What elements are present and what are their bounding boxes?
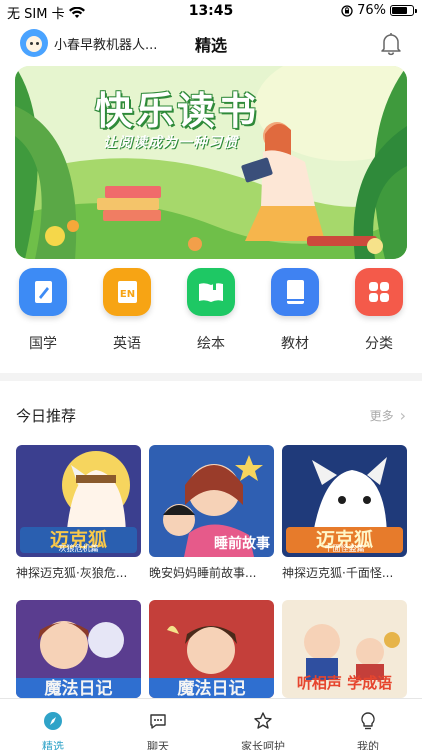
book-cover: 魔法日记 xyxy=(16,600,141,698)
textbook-icon xyxy=(271,268,319,316)
book-title: 神探迈克狐·灰狼危... xyxy=(16,566,128,580)
category-row: 国学 EN 英语 绘本 教材 分类 xyxy=(0,268,422,358)
tab-featured[interactable]: 精选 xyxy=(13,699,93,750)
cover-subtitle: 灰狼危机篇 xyxy=(58,544,99,553)
star-icon xyxy=(254,712,272,729)
category-textbook[interactable]: 教材 xyxy=(265,268,325,353)
category-guoxue[interactable]: 国学 xyxy=(13,268,73,353)
book-card[interactable]: 听相声 学成语 xyxy=(282,600,407,698)
orientation-lock-icon xyxy=(341,4,353,17)
chat-icon xyxy=(150,714,166,729)
cover-title: 魔法日记 xyxy=(177,679,246,698)
en-book-icon: EN xyxy=(103,268,151,316)
book-cover: 迈克狐 灰狼危机篇 xyxy=(16,445,141,557)
book-cover: 魔法日记 xyxy=(149,600,274,698)
tab-chat[interactable]: 聊天 xyxy=(118,699,198,750)
book-card[interactable]: 迈克狐 灰狼危机篇 神探迈克狐·灰狼危... xyxy=(16,445,141,581)
bell-icon[interactable] xyxy=(378,30,404,56)
book-cover: 听相声 学成语 xyxy=(282,600,407,698)
category-label: 分类 xyxy=(365,336,393,352)
category-label: 英语 xyxy=(113,336,141,352)
cover-title: 魔法日记 xyxy=(44,679,113,698)
tab-bar: 精选 聊天 家长呵护 我的 xyxy=(0,698,422,750)
book-cover: 迈克狐 千面怪盗篇 xyxy=(282,445,407,557)
svg-text:EN: EN xyxy=(120,289,135,300)
section-divider xyxy=(0,373,422,381)
book-card[interactable]: 睡前故事 晚安妈妈睡前故事... xyxy=(149,445,274,581)
status-right: 76% xyxy=(341,3,417,18)
tab-label: 精选 xyxy=(42,740,64,750)
cover-title: 听相声 学成语 xyxy=(296,674,393,692)
category-picture-book[interactable]: 绘本 xyxy=(181,268,241,353)
category-label: 教材 xyxy=(281,336,309,352)
book-card[interactable]: 魔法日记 xyxy=(149,600,274,698)
open-book-icon xyxy=(187,268,235,316)
tab-mine[interactable]: 我的 xyxy=(328,699,408,750)
compass-icon xyxy=(44,712,62,730)
battery-icon xyxy=(390,5,417,16)
book-title: 神探迈克狐·千面怪... xyxy=(282,566,394,580)
cover-subtitle: 千面怪盗篇 xyxy=(324,544,365,553)
tab-label: 家长呵护 xyxy=(241,740,285,750)
bulb-icon xyxy=(361,712,375,730)
battery-fill xyxy=(392,7,408,14)
banner-subtitle: 让阅读成为一种习惯 xyxy=(103,135,238,151)
book-cover: 睡前故事 xyxy=(149,445,274,557)
app-header: 小春早教机器人... 精选 xyxy=(0,22,422,64)
book-card[interactable]: 魔法日记 xyxy=(16,600,141,698)
promo-banner[interactable]: 快乐读书 让阅读成为一种习惯 xyxy=(15,66,407,259)
category-all[interactable]: 分类 xyxy=(349,268,409,353)
status-bar: 无 SIM 卡 13:45 76% xyxy=(0,0,422,22)
more-link[interactable]: 更多 › xyxy=(370,406,406,425)
tab-label: 我的 xyxy=(357,740,379,750)
books-stack xyxy=(97,186,161,221)
banner-title: 快乐读书 xyxy=(95,89,260,133)
book-card[interactable]: 迈克狐 千面怪盗篇 神探迈克狐·千面怪... xyxy=(282,445,407,581)
category-label: 国学 xyxy=(29,336,57,352)
grid-icon xyxy=(355,268,403,316)
battery-percent: 76% xyxy=(357,3,386,18)
pen-book-icon xyxy=(19,268,67,316)
category-english[interactable]: EN 英语 xyxy=(97,268,157,353)
page-title: 精选 xyxy=(194,36,227,55)
category-label: 绘本 xyxy=(197,336,225,352)
more-label: 更多 xyxy=(369,409,394,423)
tab-label: 聊天 xyxy=(147,740,169,750)
cover-title: 睡前故事 xyxy=(214,536,270,552)
book-title: 晚安妈妈睡前故事... xyxy=(149,566,257,580)
section-title: 今日推荐 xyxy=(16,407,77,425)
tab-parent-care[interactable]: 家长呵护 xyxy=(223,699,303,750)
chevron-right-icon: › xyxy=(399,406,406,425)
